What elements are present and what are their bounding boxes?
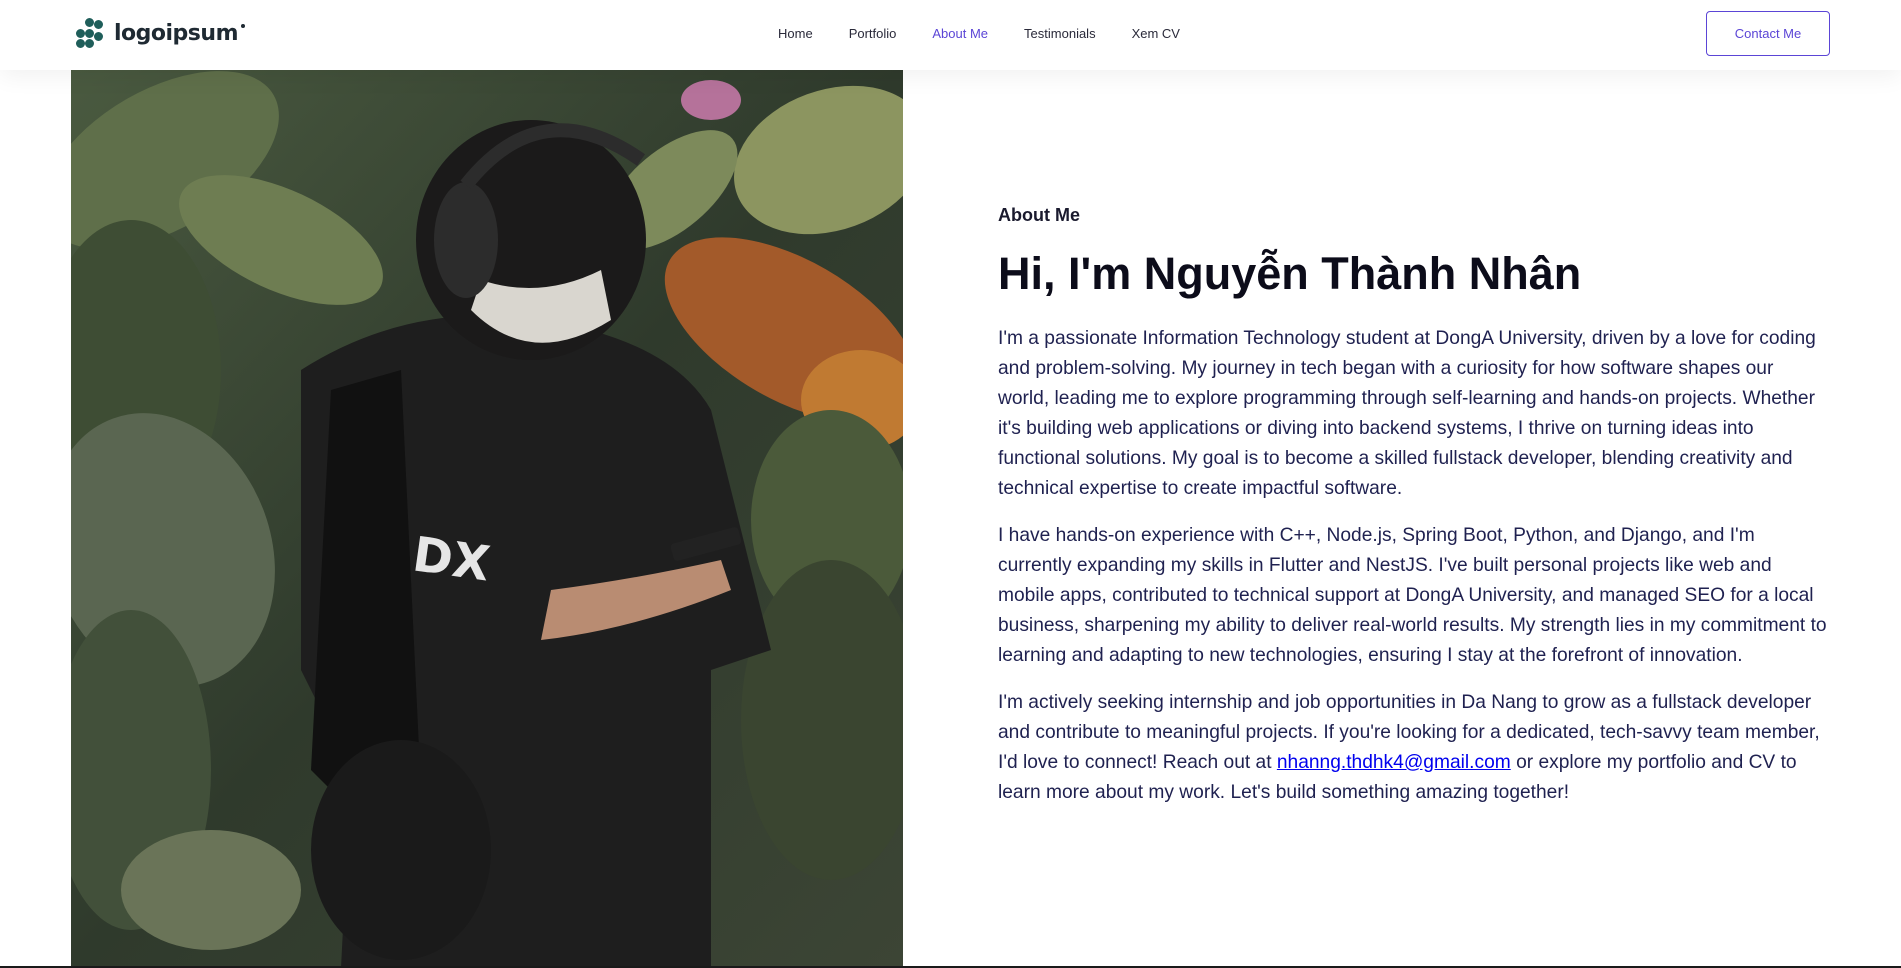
logo-text: logoipsum xyxy=(114,20,245,46)
svg-text:DX: DX xyxy=(409,526,493,592)
about-paragraph-2: I have hands-on experience with C++, Nod… xyxy=(998,525,1827,666)
nav-home[interactable]: Home xyxy=(778,26,813,42)
page-title: Hi, I'm Nguyễn Thành Nhân xyxy=(998,248,1582,299)
nav-about-me[interactable]: About Me xyxy=(932,26,988,42)
portrait-photo: DX xyxy=(71,70,903,968)
nav-portfolio[interactable]: Portfolio xyxy=(849,26,897,42)
nav-xem-cv[interactable]: Xem CV xyxy=(1132,26,1180,42)
portrait-image: DX xyxy=(71,70,903,968)
site-header: logoipsum Home Portfolio About Me Testim… xyxy=(0,0,1901,70)
logo-wordmark: logoipsum xyxy=(114,20,239,46)
brand-logo[interactable]: logoipsum xyxy=(72,16,245,50)
about-paragraph-3: I'm actively seeking internship and job … xyxy=(998,688,1828,808)
main-nav: Home Portfolio About Me Testimonials Xem… xyxy=(778,26,1216,42)
contact-me-button[interactable]: Contact Me xyxy=(1706,11,1830,56)
about-section: About Me Hi, I'm Nguyễn Thành Nhân I'm a… xyxy=(998,205,1828,825)
logo-icon xyxy=(76,18,103,48)
section-eyebrow: About Me xyxy=(998,205,1080,225)
logo-dot xyxy=(241,23,245,28)
about-paragraph-1: I'm a passionate Information Technology … xyxy=(998,328,1816,499)
nav-testimonials[interactable]: Testimonials xyxy=(1024,26,1096,42)
email-link[interactable]: nhanng.thdhk4@gmail.com xyxy=(1277,752,1511,773)
